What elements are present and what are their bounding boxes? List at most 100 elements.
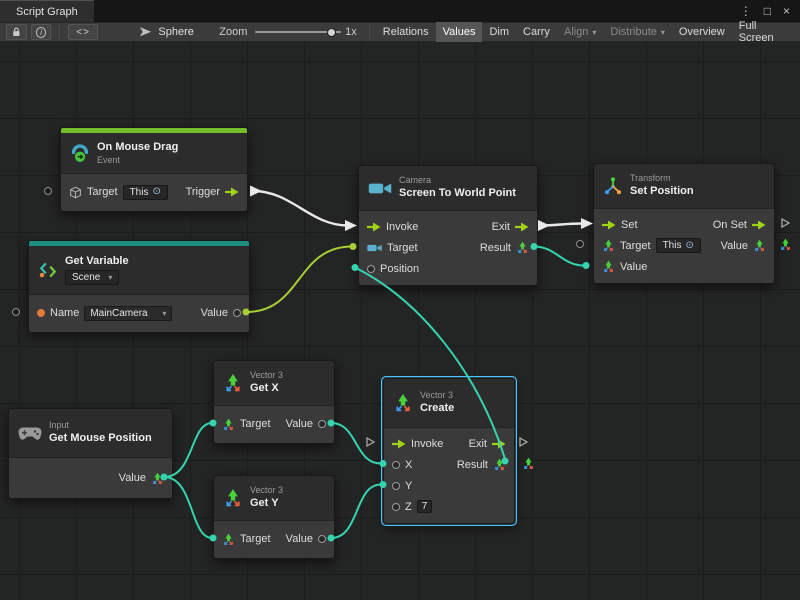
node-set-position[interactable]: Transform Set Position Set On Set Target… bbox=[593, 163, 775, 284]
graph-canvas[interactable]: On Mouse Drag Event Target This ⊙ Trigge… bbox=[0, 42, 800, 600]
value-out-port[interactable] bbox=[318, 420, 326, 428]
info-icon: i bbox=[36, 27, 47, 38]
wire-trigger-to-invoke[interactable] bbox=[253, 191, 348, 226]
close-icon[interactable]: × bbox=[783, 5, 790, 17]
flow-in-port[interactable] bbox=[367, 222, 381, 232]
vector3-port-icon[interactable] bbox=[222, 533, 235, 546]
port-label-position: Position bbox=[380, 263, 419, 275]
variable-kind-dropdown[interactable]: Scene ▾ bbox=[65, 270, 119, 285]
wire-gety-to-create-y[interactable] bbox=[331, 485, 381, 539]
menu-icon[interactable]: ⋮ bbox=[740, 5, 752, 17]
float-in-port[interactable] bbox=[392, 503, 400, 511]
dropdown-value: MainCamera bbox=[90, 308, 147, 319]
wire-result-to-value[interactable] bbox=[534, 247, 584, 266]
toolbar-button-fullscreen[interactable]: Full Screen bbox=[732, 22, 800, 42]
toolbar-button-distribute[interactable]: Distribute ▾ bbox=[603, 22, 671, 42]
port-row: X Result bbox=[384, 454, 514, 475]
flow-in-port[interactable] bbox=[602, 220, 616, 230]
flow-out-port[interactable] bbox=[752, 220, 766, 230]
vector3-port-icon[interactable] bbox=[602, 260, 615, 273]
port-label-result: Result bbox=[480, 242, 511, 254]
node-get-x[interactable]: Vector 3 Get X Target Value bbox=[213, 360, 335, 444]
node-body: Name MainCamera ▾ Value bbox=[29, 294, 249, 332]
flow-in-stub[interactable] bbox=[366, 437, 375, 447]
node-input-stub[interactable] bbox=[12, 308, 20, 316]
float-in-port[interactable] bbox=[392, 482, 400, 490]
vector3-port-icon[interactable] bbox=[151, 472, 164, 485]
target-self-chip[interactable]: This ⊙ bbox=[123, 185, 168, 200]
maximize-icon[interactable]: □ bbox=[764, 5, 771, 17]
node-body: Target Value bbox=[214, 405, 334, 443]
camera-port-icon[interactable] bbox=[367, 243, 382, 253]
node-title: Get Y bbox=[250, 497, 283, 510]
node-title: Set Position bbox=[630, 185, 694, 198]
wire-arrowhead bbox=[345, 220, 357, 231]
vector3-in-port[interactable] bbox=[367, 265, 375, 273]
port-row: Y bbox=[384, 475, 514, 496]
variable-name-dropdown[interactable]: MainCamera ▾ bbox=[84, 306, 172, 321]
node-body: Target This ⊙ Trigger bbox=[61, 173, 247, 211]
vector3-port-icon[interactable] bbox=[222, 418, 235, 431]
string-port[interactable] bbox=[37, 309, 45, 317]
object-picker-icon[interactable]: ⊙ bbox=[685, 241, 693, 251]
lock-button[interactable] bbox=[6, 24, 27, 40]
port-row: Target This ⊙ Value bbox=[594, 235, 774, 256]
port-row: Invoke Exit bbox=[384, 433, 514, 454]
vector3-out-stub[interactable] bbox=[522, 457, 535, 470]
vector3-port-icon[interactable] bbox=[516, 241, 529, 254]
node-input-stub[interactable] bbox=[576, 240, 584, 248]
gameobject-icon[interactable] bbox=[69, 186, 82, 199]
value-out-port[interactable] bbox=[318, 535, 326, 543]
toolbar-button-dim[interactable]: Dim bbox=[482, 22, 516, 42]
z-value-field[interactable]: 7 bbox=[417, 500, 433, 513]
toolbar-button-overview[interactable]: Overview bbox=[672, 22, 732, 42]
toolbar-button-align[interactable]: Align ▾ bbox=[557, 22, 603, 42]
vector3-port-icon[interactable] bbox=[753, 239, 766, 252]
zoom-slider[interactable] bbox=[255, 25, 341, 39]
zoom-label: Zoom bbox=[219, 26, 247, 38]
port-label-target: Target bbox=[87, 186, 118, 198]
zoom-slider-knob[interactable] bbox=[327, 28, 336, 37]
object-picker-icon[interactable]: ⊙ bbox=[152, 187, 160, 197]
port-label-exit: Exit bbox=[469, 438, 487, 450]
node-get-mouse-position[interactable]: Input Get Mouse Position Value bbox=[8, 408, 173, 499]
wire-arrowhead bbox=[581, 218, 593, 229]
float-in-port[interactable] bbox=[392, 461, 400, 469]
node-create-vector3[interactable]: Vector 3 Create Invoke Exit X Result bbox=[383, 378, 515, 524]
transform-port-icon[interactable] bbox=[602, 239, 615, 252]
code-preview-button[interactable]: <> bbox=[68, 24, 97, 40]
flow-in-port[interactable] bbox=[392, 439, 406, 449]
tab-bar: Script Graph ⋮ □ × bbox=[0, 0, 800, 22]
node-category: Transform bbox=[630, 174, 694, 183]
node-title: Get Variable bbox=[65, 255, 129, 268]
node-get-variable[interactable]: Get Variable Scene ▾ Name MainCamera ▾ bbox=[28, 240, 250, 333]
flow-out-port[interactable] bbox=[225, 187, 239, 197]
flow-out-port[interactable] bbox=[492, 439, 506, 449]
flow-out-port[interactable] bbox=[515, 222, 529, 232]
node-on-mouse-drag[interactable]: On Mouse Drag Event Target This ⊙ Trigge… bbox=[60, 127, 248, 212]
chevron-down-icon: ▾ bbox=[108, 273, 112, 282]
tab-script-graph[interactable]: Script Graph bbox=[0, 0, 94, 22]
separator bbox=[369, 25, 370, 39]
flow-out-stub[interactable] bbox=[781, 218, 790, 228]
graph-target-name[interactable]: Sphere bbox=[158, 26, 193, 38]
node-screen-to-world-point[interactable]: Camera Screen To World Point Invoke Exit… bbox=[358, 165, 538, 286]
node-body: Set On Set Target This ⊙ Value bbox=[594, 208, 774, 283]
flow-out-stub[interactable] bbox=[519, 437, 528, 447]
toolbar-button-values[interactable]: Values bbox=[436, 22, 483, 42]
info-button[interactable]: i bbox=[31, 24, 52, 40]
vector3-port-icon[interactable] bbox=[493, 458, 506, 471]
node-input-stub[interactable] bbox=[44, 187, 52, 195]
port-label-target: Target bbox=[240, 533, 271, 545]
node-get-y[interactable]: Vector 3 Get Y Target Value bbox=[213, 475, 335, 559]
value-out-port[interactable] bbox=[233, 309, 241, 317]
target-self-chip[interactable]: This ⊙ bbox=[656, 238, 701, 253]
tab-label: Script Graph bbox=[16, 6, 78, 18]
toolbar-button-carry[interactable]: Carry bbox=[516, 22, 557, 42]
wire-exit-to-set[interactable] bbox=[540, 224, 582, 226]
wire-variable-to-target[interactable] bbox=[246, 247, 352, 313]
port-row: Value bbox=[594, 256, 774, 277]
vector3-out-stub[interactable] bbox=[779, 238, 792, 251]
toolbar-button-relations[interactable]: Relations bbox=[376, 22, 436, 42]
port-row: Set On Set bbox=[594, 214, 774, 235]
